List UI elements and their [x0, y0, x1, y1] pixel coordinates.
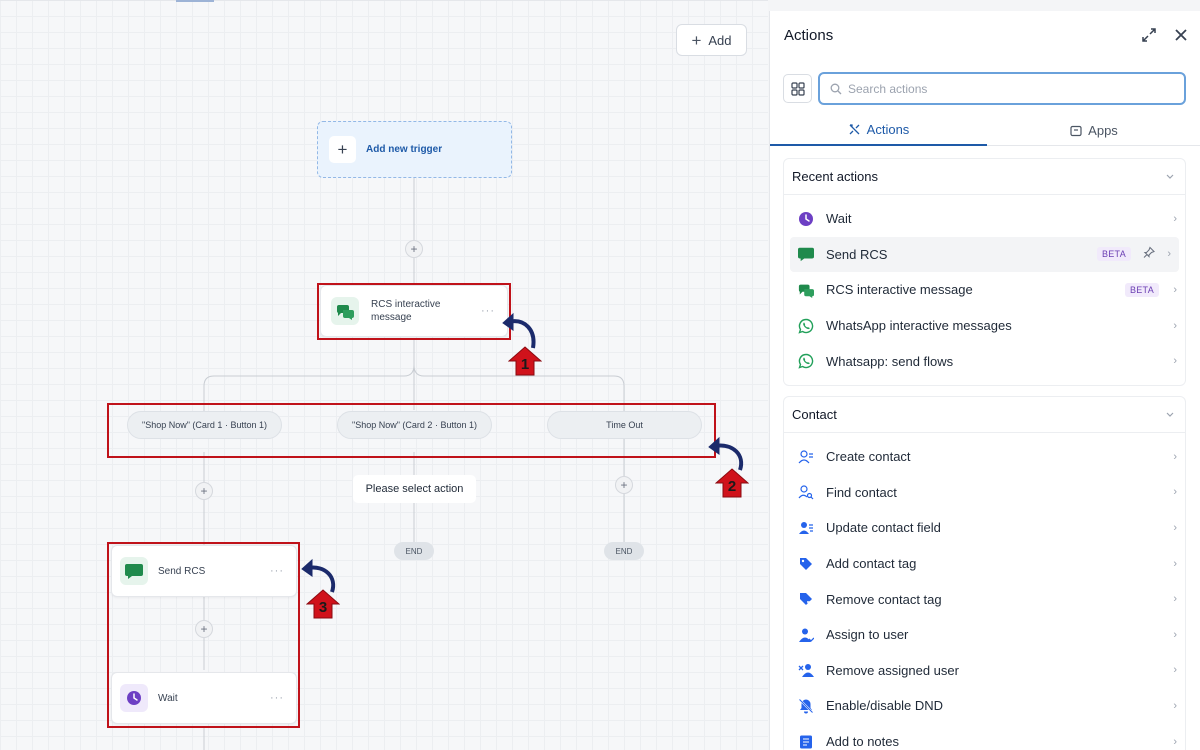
search-box[interactable]	[818, 72, 1186, 105]
grid-icon	[790, 81, 805, 96]
chevron-right-icon: ›	[1173, 557, 1177, 570]
section-header[interactable]: Recent actions	[784, 159, 1185, 195]
annotation-arrows	[301, 312, 744, 593]
section-title: Contact	[792, 407, 837, 422]
chevron-right-icon: ›	[1173, 450, 1177, 463]
bell-off-icon	[796, 696, 816, 716]
item-label: Find contact	[826, 484, 897, 500]
item-label: Send RCS	[826, 246, 888, 262]
tab-actions[interactable]: Actions	[770, 115, 987, 146]
contact-section: Contact Create contact › Find contact › …	[783, 396, 1186, 750]
action-item-remove-assigned-user[interactable]: Remove assigned user ›	[784, 653, 1185, 689]
user-search-icon	[796, 482, 816, 502]
tab-label: Apps	[1088, 123, 1118, 138]
search-icon	[830, 83, 842, 94]
chevron-right-icon: ›	[1173, 699, 1177, 712]
chevron-right-icon: ›	[1173, 521, 1177, 534]
beta-badge: BETA	[1124, 282, 1159, 297]
chevron-down-icon	[1166, 174, 1174, 179]
chevron-right-icon: ›	[1167, 248, 1171, 261]
user-plus-icon	[796, 447, 816, 467]
item-label: Wait	[826, 211, 852, 227]
action-item-rcs-interactive[interactable]: RCS interactive message BETA ›	[784, 272, 1185, 308]
action-item-whatsapp-flows[interactable]: Whatsapp: send flows ›	[784, 343, 1185, 379]
whatsapp-icon	[796, 351, 816, 371]
chat-bubble-icon	[796, 244, 816, 264]
item-label: Enable/disable DND	[826, 698, 944, 714]
action-item-find-contact[interactable]: Find contact ›	[784, 475, 1185, 511]
search-input[interactable]	[848, 81, 1168, 96]
chevron-right-icon: ›	[1173, 735, 1177, 748]
tab-label: Actions	[866, 122, 910, 137]
grid-view-button[interactable]	[783, 74, 812, 103]
chevron-down-icon	[1166, 412, 1174, 417]
chevron-right-icon: ›	[1173, 593, 1177, 606]
user-remove-icon	[796, 660, 816, 680]
item-label: Update contact field	[826, 520, 941, 536]
item-label: Whatsapp: send flows	[826, 353, 954, 369]
item-label: Remove contact tag	[826, 591, 942, 607]
user-assign-icon	[796, 625, 816, 645]
close-icon[interactable]	[1172, 26, 1190, 44]
beta-badge: BETA	[1096, 247, 1131, 262]
chevron-right-icon: ›	[1173, 212, 1177, 225]
workflow-canvas[interactable]: + Add + Add new trigger + RCS interactiv…	[0, 0, 768, 750]
recent-actions-section: Recent actions Wait › Send RCS BETA › RC…	[783, 158, 1186, 386]
section-title: Recent actions	[792, 169, 878, 184]
item-label: WhatsApp interactive messages	[826, 318, 1012, 334]
action-item-remove-contact-tag[interactable]: Remove contact tag ›	[784, 581, 1185, 617]
action-item-update-contact-field[interactable]: Update contact field ›	[784, 510, 1185, 546]
action-item-assign-to-user[interactable]: Assign to user ›	[784, 617, 1185, 653]
app-window-icon	[1070, 125, 1082, 136]
actions-panel: Actions Actions Apps Recent actions Wa	[769, 11, 1200, 750]
item-label: Assign to user	[826, 627, 909, 643]
action-item-whatsapp-interactive[interactable]: WhatsApp interactive messages ›	[784, 308, 1185, 344]
pin-icon[interactable]	[1143, 246, 1155, 262]
item-label: RCS interactive message	[826, 282, 973, 298]
chevron-right-icon: ›	[1173, 664, 1177, 677]
tag-icon	[796, 554, 816, 574]
action-item-send-rcs[interactable]: Send RCS BETA ›	[790, 236, 1179, 273]
tab-apps[interactable]: Apps	[987, 115, 1200, 146]
chevron-right-icon: ›	[1173, 628, 1177, 641]
item-label: Add contact tag	[826, 556, 917, 572]
panel-top-spacer	[768, 0, 1200, 11]
item-label: Add to notes	[826, 734, 899, 750]
tag-remove-icon	[796, 589, 816, 609]
chevron-right-icon: ›	[1173, 319, 1177, 332]
action-item-wait[interactable]: Wait ›	[784, 201, 1185, 237]
note-icon	[796, 732, 816, 750]
user-edit-icon	[796, 518, 816, 538]
section-header[interactable]: Contact	[784, 397, 1185, 433]
action-item-create-contact[interactable]: Create contact ›	[784, 439, 1185, 475]
action-item-add-to-notes[interactable]: Add to notes ›	[784, 724, 1185, 750]
clock-icon	[796, 209, 816, 229]
chevron-right-icon: ›	[1173, 486, 1177, 499]
chevron-right-icon: ›	[1173, 283, 1177, 296]
tools-icon	[849, 124, 860, 135]
panel-title: Actions	[784, 27, 834, 44]
action-item-add-contact-tag[interactable]: Add contact tag ›	[784, 546, 1185, 582]
item-label: Remove assigned user	[826, 662, 959, 678]
chevron-right-icon: ›	[1173, 355, 1177, 368]
whatsapp-icon	[796, 316, 816, 336]
panel-tabs: Actions Apps	[770, 115, 1200, 146]
item-label: Create contact	[826, 449, 911, 465]
expand-icon[interactable]	[1140, 26, 1158, 44]
chat-bubbles-icon	[796, 280, 816, 300]
action-item-enable-disable-dnd[interactable]: Enable/disable DND ›	[784, 688, 1185, 724]
